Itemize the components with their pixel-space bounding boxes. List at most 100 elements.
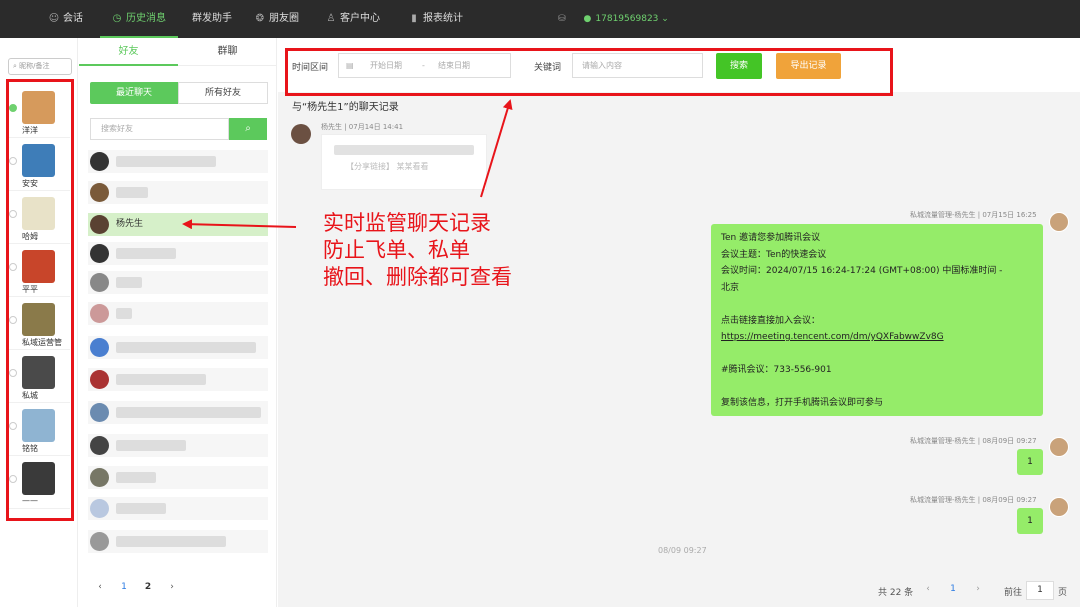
message-text: 【分享链接】 某某看看 bbox=[346, 162, 429, 171]
blurred-name bbox=[116, 503, 166, 514]
blurred-name bbox=[116, 308, 132, 319]
annotation-text: 实时监管聊天记录 防止飞单、私单 撤回、删除都可查看 bbox=[323, 210, 512, 291]
avatar bbox=[90, 436, 109, 455]
friend-row[interactable] bbox=[88, 530, 268, 553]
message-line: #腾讯会议：733-556-901 bbox=[721, 365, 832, 375]
chat-title: 与“杨先生1”的聊天记录 bbox=[292, 102, 399, 113]
message-meta: 私城流量管理-杨先生 | 08月09日 09:27 bbox=[910, 496, 1037, 504]
avatar bbox=[1049, 437, 1069, 457]
nav-item-history[interactable]: ◷ 历史消息 bbox=[111, 0, 166, 38]
chevron-right-icon[interactable]: › bbox=[160, 582, 184, 592]
avatar bbox=[1049, 212, 1069, 232]
blurred-name bbox=[116, 374, 206, 385]
avatar bbox=[90, 403, 109, 422]
nav-item-moments[interactable]: ❂ 朋友圈 bbox=[254, 0, 299, 38]
blurred-name bbox=[116, 277, 142, 288]
outgoing-message-bubble[interactable]: Ten 邀请您参加腾讯会议 会议主题：Ten的快速会议 会议时间：2024/07… bbox=[711, 224, 1043, 416]
annotation-line: 实时监管聊天记录 bbox=[323, 211, 491, 235]
nav-item-broadcast[interactable]: 群发助手 bbox=[192, 0, 232, 38]
bar-chart-icon: ▮ bbox=[411, 13, 417, 24]
avatar bbox=[90, 468, 109, 487]
avatar bbox=[291, 124, 311, 144]
chat-bubble-icon: ☺ bbox=[48, 13, 60, 24]
nav-item-reports[interactable]: ▮ 报表统计 bbox=[408, 0, 463, 38]
blurred-name bbox=[116, 407, 261, 418]
friend-row[interactable] bbox=[88, 497, 268, 520]
avatar bbox=[90, 273, 109, 292]
friend-search-button[interactable]: ⌕ bbox=[229, 118, 267, 140]
friend-row[interactable] bbox=[88, 242, 268, 265]
avatar bbox=[90, 244, 109, 263]
avatar bbox=[90, 532, 109, 551]
page-suffix: 页 bbox=[1058, 588, 1068, 598]
incoming-message-bubble[interactable]: 【分享链接】 某某看看 bbox=[321, 134, 487, 190]
nav-item-chat[interactable]: ☺ 会话 bbox=[48, 0, 83, 38]
avatar bbox=[90, 152, 109, 171]
avatar bbox=[90, 215, 109, 234]
friend-row[interactable] bbox=[88, 271, 268, 294]
outgoing-message-bubble[interactable]: 1 bbox=[1017, 449, 1043, 475]
avatar bbox=[1049, 497, 1069, 517]
annotation-line: 防止飞单、私单 bbox=[323, 238, 470, 262]
tab-groups[interactable]: 群聊 bbox=[178, 38, 277, 66]
friend-row[interactable] bbox=[88, 368, 268, 391]
chevron-left-icon[interactable]: ‹ bbox=[88, 582, 112, 592]
message-meta: 私城流量管理-杨先生 | 08月09日 09:27 bbox=[910, 437, 1037, 445]
message-line bbox=[721, 379, 1033, 396]
goto-page-input[interactable]: 1 bbox=[1026, 581, 1054, 600]
tab-friends[interactable]: 好友 bbox=[79, 38, 178, 66]
message-line: 复制该信息，打开手机腾讯会议即可参与 bbox=[721, 398, 884, 408]
user-icon: ● bbox=[583, 14, 592, 24]
message-line: 会议主题：Ten的快速会议 bbox=[721, 249, 827, 260]
friend-row[interactable] bbox=[88, 466, 268, 489]
blurred-content bbox=[334, 145, 474, 155]
friend-row[interactable] bbox=[88, 302, 268, 325]
account-search-input[interactable]: ⌕ 昵称/备注 bbox=[8, 58, 72, 75]
aperture-icon: ❂ bbox=[255, 13, 265, 24]
account-switcher[interactable]: ⛁ ● 17819569823 ⌄ bbox=[558, 0, 669, 38]
blurred-name bbox=[116, 187, 148, 198]
search-icon: ⌕ bbox=[245, 123, 251, 134]
message-line: 北京 bbox=[721, 282, 740, 293]
top-nav-bar: ☺ 会话 ◷ 历史消息 群发助手 ❂ 朋友圈 ♙ 客户中心 ▮ 报表统计 ⛁ ● 178195… bbox=[0, 0, 1080, 38]
friend-row[interactable] bbox=[88, 181, 268, 204]
highlight-box-filter bbox=[285, 48, 893, 96]
message-meta: 杨先生 | 07月14日 14:41 bbox=[321, 123, 404, 131]
meeting-link[interactable]: https://meeting.tencent.com/dm/yQXFabwwZ… bbox=[721, 329, 1033, 346]
chevron-down-icon: ⌄ bbox=[661, 14, 669, 24]
page-button[interactable]: 1 bbox=[941, 581, 965, 600]
segment-recent-chats[interactable]: 最近聊天 bbox=[90, 82, 178, 104]
friend-row[interactable] bbox=[88, 434, 268, 457]
page-button[interactable]: 1 bbox=[112, 582, 136, 592]
chevron-right-icon[interactable]: › bbox=[968, 581, 988, 600]
search-icon: ⌕ bbox=[13, 62, 17, 70]
avatar bbox=[90, 338, 109, 357]
blurred-name bbox=[116, 248, 176, 259]
page-button[interactable]: 2 bbox=[136, 582, 160, 592]
clock-icon: ◷ bbox=[112, 13, 122, 24]
avatar bbox=[90, 304, 109, 323]
message-line bbox=[721, 346, 1033, 363]
avatar bbox=[90, 183, 109, 202]
chevron-left-icon[interactable]: ‹ bbox=[918, 581, 938, 600]
friend-row[interactable] bbox=[88, 336, 268, 359]
segment-all-friends[interactable]: 所有好友 bbox=[178, 82, 268, 104]
friend-row[interactable] bbox=[88, 150, 268, 173]
goto-label: 前往 bbox=[1004, 588, 1023, 598]
friend-search-input[interactable]: 搜索好友 bbox=[90, 118, 229, 140]
message-meta: 私城流量管理-杨先生 | 07月15日 16:25 bbox=[910, 211, 1037, 219]
annotation-line: 撤回、删除都可查看 bbox=[323, 265, 512, 289]
blurred-name bbox=[116, 472, 156, 483]
highlight-box-accounts bbox=[6, 79, 74, 521]
message-line: Ten 邀请您参加腾讯会议 bbox=[721, 233, 821, 243]
blurred-name bbox=[116, 156, 216, 167]
outgoing-message-bubble[interactable]: 1 bbox=[1017, 508, 1043, 534]
nav-item-customers[interactable]: ♙ 客户中心 bbox=[325, 0, 380, 38]
avatar bbox=[90, 370, 109, 389]
friend-row-selected[interactable]: 杨先生 bbox=[88, 213, 268, 236]
avatar bbox=[90, 499, 109, 518]
friend-row[interactable] bbox=[88, 401, 268, 424]
blurred-name bbox=[116, 342, 256, 353]
message-line: 点击链接直接加入会议： bbox=[721, 315, 821, 326]
chat-timestamp: 08/09 09:27 bbox=[658, 546, 707, 555]
